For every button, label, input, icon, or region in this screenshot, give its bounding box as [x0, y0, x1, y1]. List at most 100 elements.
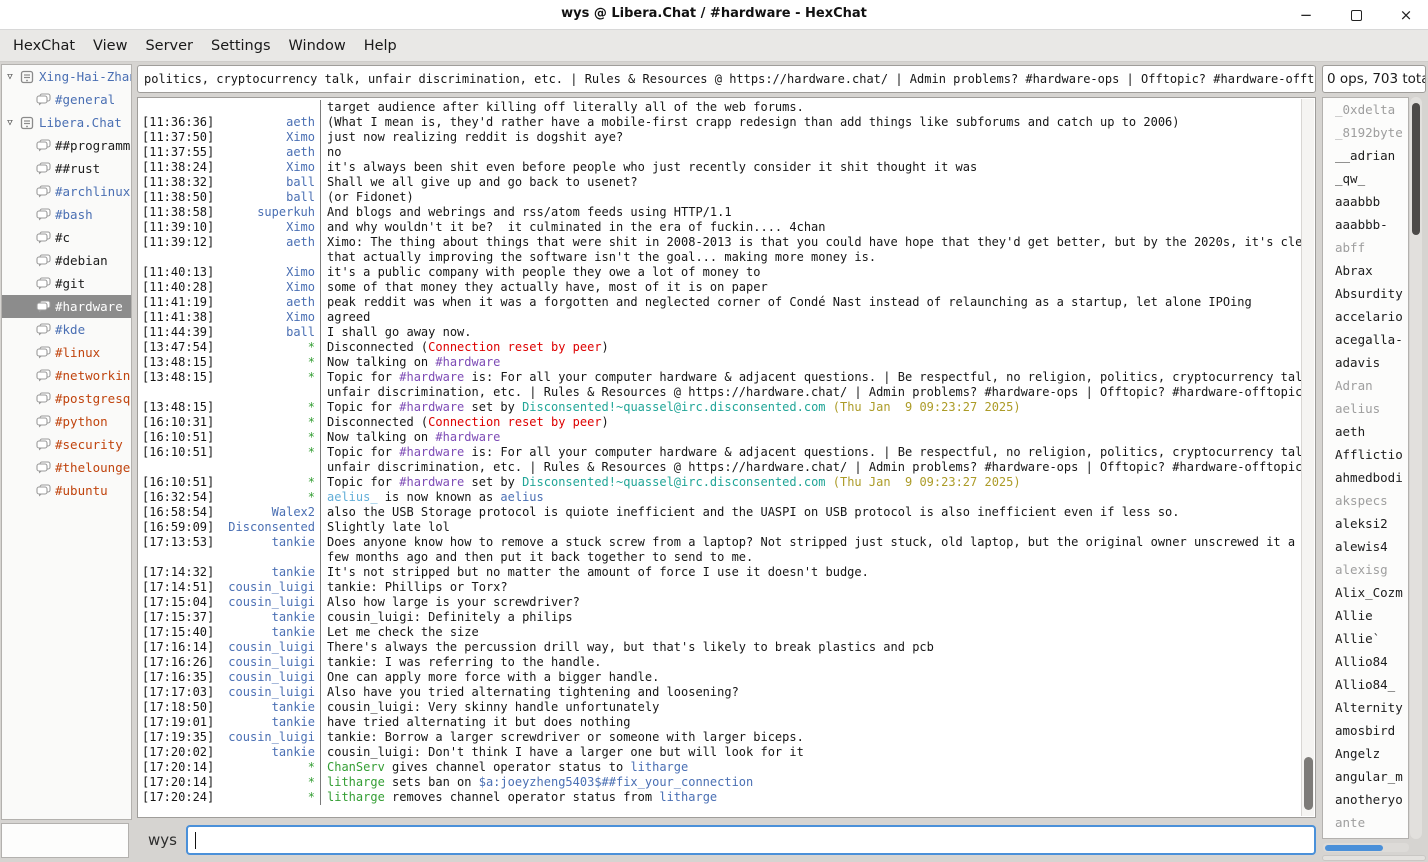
sidebar-item-bash[interactable]: ▽ #bash: [2, 203, 131, 226]
user-list-item-__adrian[interactable]: __adrian: [1323, 144, 1408, 167]
menu-item-window[interactable]: Window: [280, 34, 355, 58]
nick[interactable]: tankie: [272, 565, 315, 580]
user-list-item-_8192byte[interactable]: _8192byte: [1323, 121, 1408, 144]
sidebar-item-thelounge[interactable]: ▽ #thelounge: [2, 456, 131, 479]
nick[interactable]: tankie: [272, 610, 315, 625]
user-list-item-aaabbb[interactable]: aaabbb: [1323, 190, 1408, 213]
nick[interactable]: tankie: [272, 625, 315, 640]
chat-scrollbar[interactable]: [1301, 99, 1314, 816]
sidebar-item-general[interactable]: ▽ #general: [2, 88, 131, 111]
chat-scrollbar-thumb[interactable]: [1304, 757, 1313, 810]
expander-icon[interactable]: ▽: [2, 118, 18, 128]
user-list-item-alexisg[interactable]: alexisg: [1323, 558, 1408, 581]
sidebar-item-debian[interactable]: ▽ #debian: [2, 249, 131, 272]
sidebar-item-python[interactable]: ▽ #python: [2, 410, 131, 433]
user-list-item-angelz[interactable]: Angelz: [1323, 742, 1408, 765]
message-input[interactable]: [186, 825, 1316, 855]
sidebar-item-programming[interactable]: ▽ ##programming: [2, 134, 131, 157]
nick[interactable]: cousin_luigi: [228, 640, 315, 655]
userlist-horizontal-scrollbar[interactable]: [1323, 843, 1409, 852]
nick[interactable]: tankie: [272, 715, 315, 730]
sidebar-item-libera.chat[interactable]: ▽ Libera.Chat: [2, 111, 131, 134]
sidebar-item-networking[interactable]: ▽ #networking: [2, 364, 131, 387]
nick[interactable]: aeth: [286, 235, 315, 250]
nick[interactable]: aeth: [286, 145, 315, 160]
nick[interactable]: Ximo: [286, 160, 315, 175]
user-list-item-aelius[interactable]: aelius: [1323, 397, 1408, 420]
sidebar-item-kde[interactable]: ▽ #kde: [2, 318, 131, 341]
nick[interactable]: cousin_luigi: [228, 685, 315, 700]
sidebar-item-linux[interactable]: ▽ #linux: [2, 341, 131, 364]
user-list-item-adavis[interactable]: adavis: [1323, 351, 1408, 374]
nick[interactable]: Ximo: [286, 265, 315, 280]
user-list-item-afflictio[interactable]: Afflictio: [1323, 443, 1408, 466]
nick[interactable]: tankie: [272, 535, 315, 550]
user-list-item-amosbird[interactable]: amosbird: [1323, 719, 1408, 742]
menu-item-server[interactable]: Server: [136, 34, 202, 58]
menu-item-settings[interactable]: Settings: [202, 34, 279, 58]
user-list-item-alix_cozm[interactable]: Alix_Cozm: [1323, 581, 1408, 604]
nick[interactable]: *: [308, 355, 315, 370]
nick[interactable]: Walex2: [272, 505, 315, 520]
user-list-item-aleksi2[interactable]: aleksi2: [1323, 512, 1408, 535]
nick[interactable]: ball: [286, 325, 315, 340]
sidebar-item-archlinux[interactable]: ▽ #archlinux: [2, 180, 131, 203]
user-list-item-acegalla-[interactable]: acegalla-: [1323, 328, 1408, 351]
maximize-button[interactable]: [1348, 7, 1364, 23]
user-list-item-ahmedbodi[interactable]: ahmedbodi: [1323, 466, 1408, 489]
sidebar-item-security[interactable]: ▽ #security: [2, 433, 131, 456]
sidebar-item-rust[interactable]: ▽ ##rust: [2, 157, 131, 180]
nick[interactable]: *: [308, 790, 315, 805]
nick[interactable]: ball: [286, 175, 315, 190]
nick[interactable]: *: [308, 445, 315, 460]
nick[interactable]: aeth: [286, 115, 315, 130]
user-list-item-abff[interactable]: abff: [1323, 236, 1408, 259]
sidebar-item-hardware[interactable]: ▽ #hardware: [2, 295, 131, 318]
topic-bar[interactable]: politics, cryptocurrency talk, unfair di…: [137, 65, 1316, 93]
userlist-hscrollbar-thumb[interactable]: [1325, 845, 1383, 851]
nick[interactable]: ball: [286, 190, 315, 205]
menu-item-hexchat[interactable]: HexChat: [4, 34, 84, 58]
nick[interactable]: *: [308, 430, 315, 445]
close-button[interactable]: ×: [1398, 7, 1414, 23]
user-list-item-angular_m[interactable]: angular_m: [1323, 765, 1408, 788]
nick[interactable]: cousin_luigi: [228, 580, 315, 595]
user-list-item-allio84_[interactable]: Allio84_: [1323, 673, 1408, 696]
user-list-item-accelario[interactable]: accelario: [1323, 305, 1408, 328]
nick[interactable]: tankie: [272, 745, 315, 760]
user-list-item-aaabbb-[interactable]: aaabbb-: [1323, 213, 1408, 236]
user-list-item-absurdity[interactable]: Absurdity: [1323, 282, 1408, 305]
nick[interactable]: aeth: [286, 295, 315, 310]
nick[interactable]: tankie: [272, 700, 315, 715]
sidebar-item-c[interactable]: ▽ #c: [2, 226, 131, 249]
nick[interactable]: Ximo: [286, 130, 315, 145]
user-list-item-_qw_[interactable]: _qw_: [1323, 167, 1408, 190]
menu-item-view[interactable]: View: [84, 34, 136, 58]
nick[interactable]: cousin_luigi: [228, 595, 315, 610]
nick[interactable]: *: [308, 490, 315, 505]
nick[interactable]: *: [308, 415, 315, 430]
nick[interactable]: Ximo: [286, 280, 315, 295]
sidebar-item-xing-hai-zhan[interactable]: ▽ Xing-Hai-Zhan: [2, 65, 131, 88]
user-list-item-allio84[interactable]: Allio84: [1323, 650, 1408, 673]
sidebar-item-postgresql[interactable]: ▽ #postgresql: [2, 387, 131, 410]
user-list-item-aeth[interactable]: aeth: [1323, 420, 1408, 443]
menu-item-help[interactable]: Help: [355, 34, 406, 58]
nick[interactable]: Disconsented: [228, 520, 315, 535]
nick[interactable]: cousin_luigi: [228, 670, 315, 685]
nick[interactable]: Ximo: [286, 220, 315, 235]
nick[interactable]: cousin_luigi: [228, 730, 315, 745]
user-list-item-allie[interactable]: Allie: [1323, 604, 1408, 627]
nick[interactable]: *: [308, 760, 315, 775]
user-list-item-alternity[interactable]: Alternity: [1323, 696, 1408, 719]
user-list-item-adran[interactable]: Adran: [1323, 374, 1408, 397]
userlist-scrollbar-thumb[interactable]: [1412, 103, 1420, 235]
userlist-vertical-scrollbar[interactable]: [1410, 97, 1422, 839]
nick[interactable]: *: [308, 400, 315, 415]
nick[interactable]: *: [308, 340, 315, 355]
user-list-item-alewis4[interactable]: alewis4: [1323, 535, 1408, 558]
minimize-button[interactable]: −: [1298, 7, 1314, 23]
bottom-scrollbar-trough[interactable]: [1322, 855, 1426, 861]
expander-icon[interactable]: ▽: [2, 72, 18, 82]
nick[interactable]: *: [308, 370, 315, 385]
